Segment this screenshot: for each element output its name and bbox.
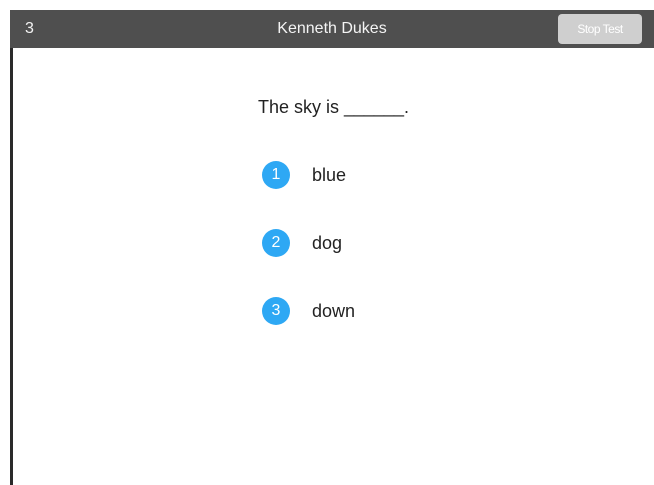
question-area: The sky is ______. 1 blue 2 dog 3 down xyxy=(13,48,654,485)
option-number-badge: 1 xyxy=(262,161,290,189)
answer-option-label: blue xyxy=(312,164,347,185)
test-window: 3 Kenneth Dukes Stop Test The sky is ___… xyxy=(0,0,654,485)
test-header-bar: 3 Kenneth Dukes Stop Test xyxy=(10,10,654,48)
answer-option-label: dog xyxy=(312,232,343,253)
answer-option-2[interactable]: 2 dog xyxy=(262,228,342,258)
option-number-badge: 2 xyxy=(262,229,290,257)
answer-option-3[interactable]: 3 down xyxy=(262,296,355,326)
option-number-badge: 3 xyxy=(262,297,290,325)
stop-test-button[interactable]: Stop Test xyxy=(558,14,642,44)
question-prompt: The sky is ______. xyxy=(257,97,410,117)
answer-option-1[interactable]: 1 blue xyxy=(262,160,346,190)
answer-option-label: down xyxy=(312,300,356,321)
